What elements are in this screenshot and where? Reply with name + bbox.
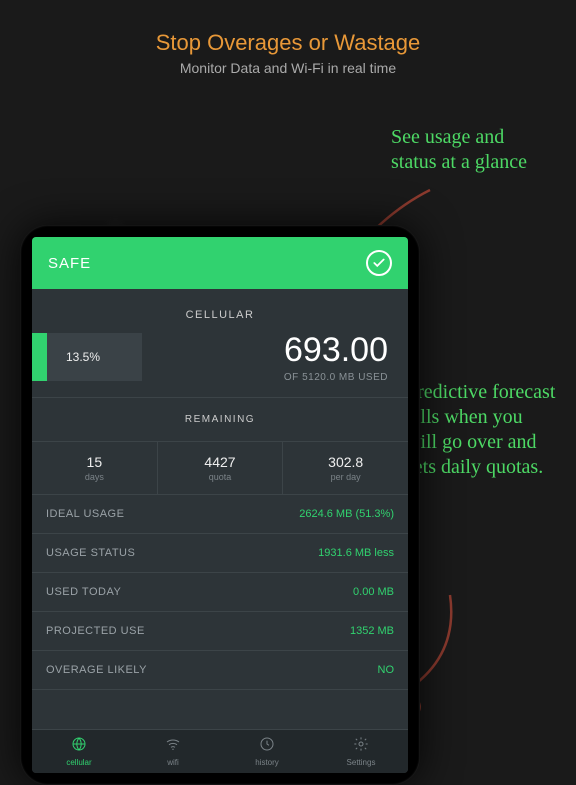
remaining-cells: 15 days 4427 quota 302.8 per day xyxy=(32,441,408,495)
annotation-usage: See usage and status at a glance xyxy=(391,125,541,175)
stat-label: USAGE STATUS xyxy=(46,547,135,559)
usage-percent: 13.5% xyxy=(66,350,100,364)
status-bar: SAFE xyxy=(32,237,408,289)
tab-history-label: history xyxy=(255,758,279,767)
remaining-days[interactable]: 15 days xyxy=(32,442,158,494)
stat-label: IDEAL USAGE xyxy=(46,508,124,520)
stat-value: 0.00 MB xyxy=(353,586,394,598)
stat-value: NO xyxy=(378,664,395,676)
app-screen: SAFE CELLULAR 13.5% 693.00 OF 5120.0 MB … xyxy=(32,237,408,773)
stat-value: 1931.6 MB less xyxy=(318,547,394,559)
remaining-label: REMAINING xyxy=(32,398,408,441)
tab-cellular[interactable]: cellular xyxy=(32,730,126,773)
usage-bar: 13.5% xyxy=(32,333,142,381)
usage-quota: OF 5120.0 MB USED xyxy=(142,372,388,383)
stat-row: USED TODAY 0.00 MB xyxy=(32,573,408,612)
usage-row: 13.5% 693.00 OF 5120.0 MB USED xyxy=(32,331,408,397)
stat-label: PROJECTED USE xyxy=(46,625,145,637)
status-label: SAFE xyxy=(48,255,91,272)
usage-bar-fill xyxy=(32,333,47,381)
page-headline: Stop Overages or Wastage xyxy=(0,0,576,56)
annotation-forecast: Predictive forecast tells when you will … xyxy=(406,380,556,480)
tab-cellular-label: cellular xyxy=(66,758,91,767)
clock-icon xyxy=(259,736,275,757)
stat-row: IDEAL USAGE 2624.6 MB (51.3%) xyxy=(32,495,408,534)
stat-label: OVERAGE LIKELY xyxy=(46,664,147,676)
stat-value: 1352 MB xyxy=(350,625,394,637)
tab-wifi[interactable]: wifi xyxy=(126,730,220,773)
stat-row: OVERAGE LIKELY NO xyxy=(32,651,408,690)
page-subhead: Monitor Data and Wi-Fi in real time xyxy=(0,60,576,76)
cellular-label: CELLULAR xyxy=(32,289,408,331)
remaining-quota[interactable]: 4427 quota xyxy=(158,442,284,494)
gear-icon xyxy=(353,736,369,757)
wifi-icon xyxy=(165,736,181,757)
tab-settings-label: Settings xyxy=(347,758,376,767)
globe-icon xyxy=(71,736,87,757)
tablet-frame: SAFE CELLULAR 13.5% 693.00 OF 5120.0 MB … xyxy=(20,225,420,785)
stat-value: 2624.6 MB (51.3%) xyxy=(299,508,394,520)
stat-row: PROJECTED USE 1352 MB xyxy=(32,612,408,651)
stat-label: USED TODAY xyxy=(46,586,121,598)
usage-amount: 693.00 xyxy=(142,331,388,370)
remaining-perday-val: 302.8 xyxy=(283,454,408,470)
check-icon[interactable] xyxy=(366,250,392,276)
remaining-days-lbl: days xyxy=(32,472,157,482)
tab-wifi-label: wifi xyxy=(167,758,179,767)
remaining-perday-lbl: per day xyxy=(283,472,408,482)
tab-bar: cellular wifi history Settings xyxy=(32,729,408,773)
tab-settings[interactable]: Settings xyxy=(314,730,408,773)
tab-history[interactable]: history xyxy=(220,730,314,773)
stat-row: USAGE STATUS 1931.6 MB less xyxy=(32,534,408,573)
remaining-quota-lbl: quota xyxy=(158,472,283,482)
remaining-quota-val: 4427 xyxy=(158,454,283,470)
remaining-days-val: 15 xyxy=(32,454,157,470)
remaining-perday[interactable]: 302.8 per day xyxy=(283,442,408,494)
